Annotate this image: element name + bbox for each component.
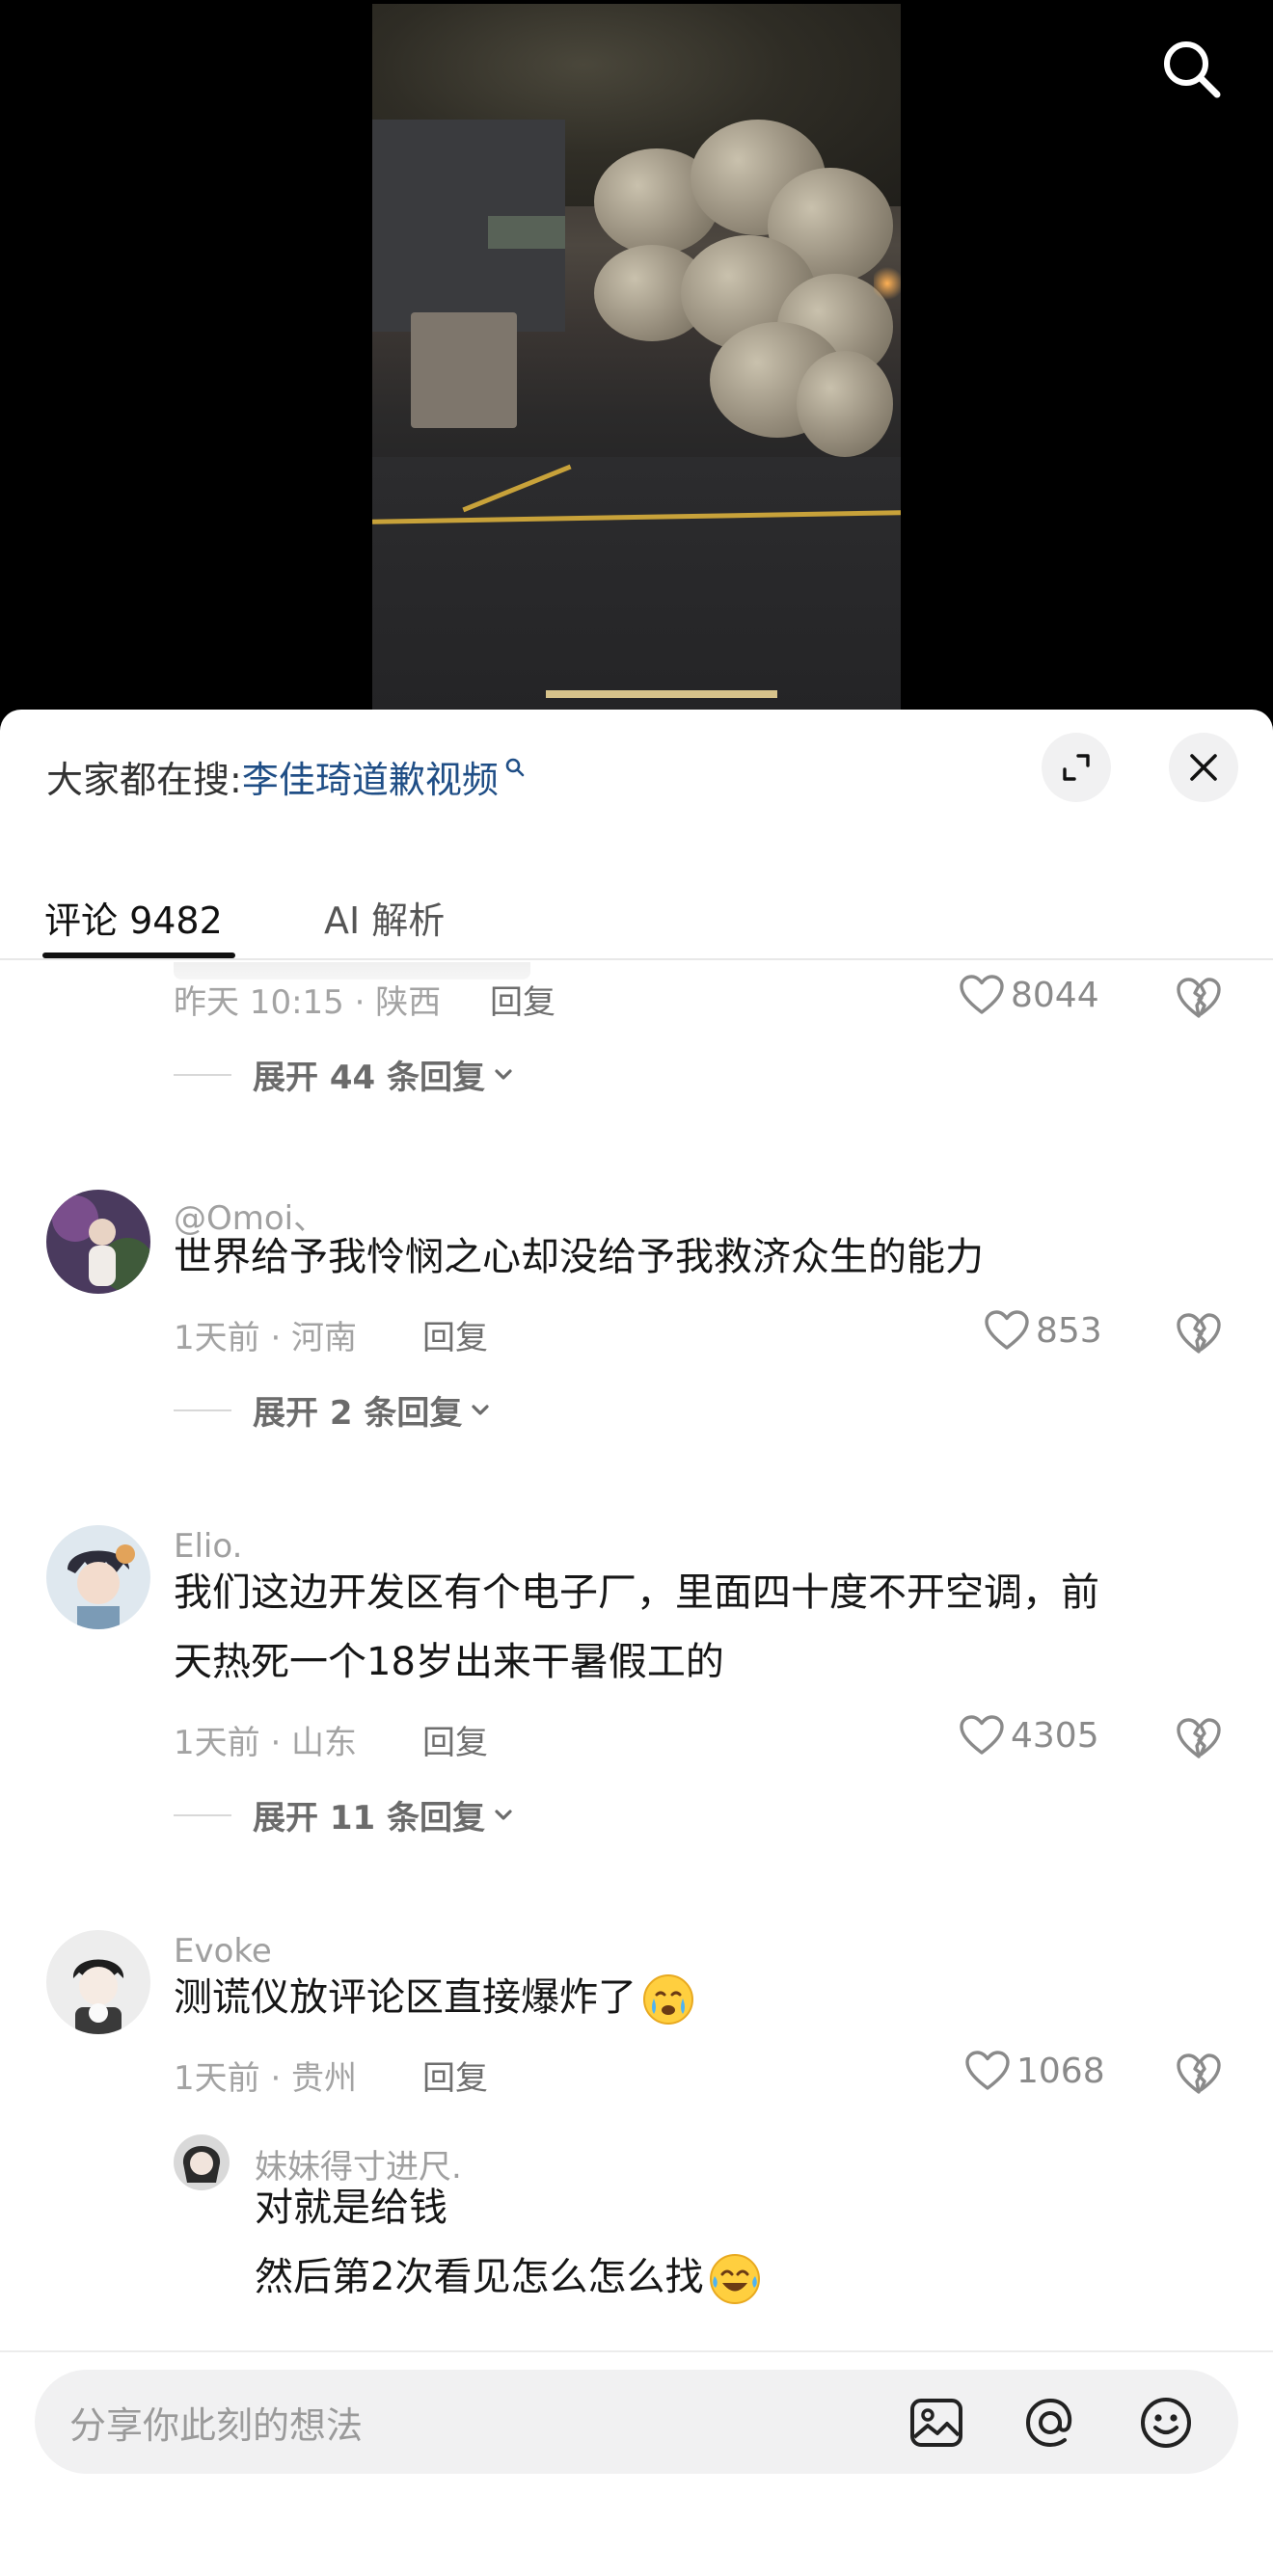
comment-line: 世界给予我怜悯之心却没给予我救济众生的能力 bbox=[174, 1235, 984, 1279]
reply-text: 对就是给钱 然后第2次看见怎么怎么找 bbox=[255, 2173, 763, 2312]
heart-icon bbox=[965, 2051, 1010, 2090]
dislike-button[interactable] bbox=[1175, 2052, 1223, 2100]
tab-comments[interactable]: 评论 9482 bbox=[44, 891, 223, 944]
broken-heart-icon bbox=[1177, 2053, 1221, 2094]
search-icon bbox=[505, 758, 525, 777]
heart-icon bbox=[960, 1715, 1004, 1755]
expand-replies-label: 展开 44 条回复 bbox=[253, 1059, 485, 1097]
like-count: 8044 bbox=[1011, 975, 1099, 1015]
trending-link[interactable]: 李佳琦道歉视频 bbox=[242, 750, 499, 803]
dislike-button[interactable] bbox=[1175, 1311, 1223, 1359]
comment-text: 测谎仪放评论区直接爆炸了 bbox=[174, 1963, 696, 2032]
video-player[interactable] bbox=[0, 0, 1273, 713]
reply-button[interactable]: 回复 bbox=[422, 1716, 488, 1763]
tears-of-joy-emoji bbox=[710, 2254, 761, 2304]
reply-line: 对就是给钱 bbox=[255, 2186, 447, 2230]
divider bbox=[174, 1813, 231, 1816]
expand-icon bbox=[1063, 754, 1090, 781]
comment-meta: 1天前 · 山东 bbox=[174, 1724, 358, 1762]
mention-button[interactable] bbox=[1022, 2395, 1078, 2451]
avatar[interactable] bbox=[174, 2134, 230, 2190]
like-count: 1068 bbox=[1016, 2051, 1105, 2091]
dislike-button[interactable] bbox=[1175, 1716, 1223, 1764]
comment-line: 天热死一个18岁出来干暑假工的 bbox=[174, 1640, 724, 1684]
comment-line: 我们这边开发区有个电子厂，里面四十度不开空调，前 bbox=[174, 1570, 1099, 1615]
broken-heart-icon bbox=[1177, 1313, 1221, 1354]
search-icon bbox=[1164, 41, 1221, 98]
search-button[interactable] bbox=[1157, 35, 1227, 104]
expand-replies[interactable]: 展开 2 条回复 bbox=[174, 1386, 493, 1434]
heart-icon bbox=[960, 975, 1004, 1014]
dislike-button[interactable] bbox=[1175, 976, 1223, 1024]
comment-sheet: 大家都在搜: 李佳琦道歉视频 评论 9482 AI 解析 昨天 10:15 · … bbox=[0, 710, 1273, 2576]
expand-replies-label: 展开 11 条回复 bbox=[253, 1799, 485, 1838]
comment-input[interactable]: 分享你此刻的想法 bbox=[35, 2370, 1238, 2474]
like-button[interactable]: 4305 bbox=[959, 1714, 1099, 1757]
expand-replies[interactable]: 展开 44 条回复 bbox=[174, 1051, 516, 1098]
reply-button[interactable]: 回复 bbox=[490, 976, 555, 1023]
image-icon bbox=[910, 2399, 962, 2447]
trending-search[interactable]: 大家都在搜: 李佳琦道歉视频 bbox=[46, 750, 526, 803]
image-button[interactable] bbox=[908, 2395, 964, 2451]
video-frame[interactable] bbox=[372, 4, 901, 713]
reply-button[interactable]: 回复 bbox=[422, 2052, 488, 2099]
broken-heart-icon bbox=[1177, 978, 1221, 1018]
fullscreen-button[interactable] bbox=[1042, 733, 1111, 802]
like-count: 853 bbox=[1036, 1310, 1102, 1351]
emoji-button[interactable] bbox=[1138, 2395, 1194, 2451]
divider bbox=[0, 2350, 1273, 2352]
like-button[interactable]: 1068 bbox=[964, 2050, 1105, 2092]
close-button[interactable] bbox=[1169, 733, 1238, 802]
comment-input-placeholder[interactable]: 分享你此刻的想法 bbox=[69, 2396, 363, 2449]
broken-heart-icon bbox=[1177, 1718, 1221, 1758]
avatar[interactable] bbox=[46, 1930, 150, 2034]
comment-meta: 1天前 · 贵州 bbox=[174, 2059, 358, 2098]
smiley-icon bbox=[1141, 2398, 1191, 2448]
crying-face-emoji bbox=[643, 1974, 693, 2025]
expand-replies-label: 展开 2 条回复 bbox=[253, 1394, 463, 1433]
at-icon bbox=[1025, 2398, 1072, 2448]
chevron-down-icon bbox=[472, 1404, 489, 1415]
tab-ai-analysis[interactable]: AI 解析 bbox=[324, 891, 445, 944]
avatar[interactable] bbox=[46, 1525, 150, 1629]
reply-button[interactable]: 回复 bbox=[422, 1311, 488, 1358]
tab-bar: 评论 9482 AI 解析 bbox=[0, 864, 1273, 960]
avatar[interactable] bbox=[46, 1190, 150, 1294]
comment-meta: 昨天 10:15 · 陕西 bbox=[174, 983, 442, 1022]
comment-list[interactable]: 昨天 10:15 · 陕西 回复 8044 展开 44 条回复 @Omoi、 世… bbox=[0, 962, 1273, 2348]
like-button[interactable]: 8044 bbox=[959, 974, 1099, 1016]
like-button[interactable]: 853 bbox=[984, 1309, 1102, 1352]
like-count: 4305 bbox=[1011, 1715, 1099, 1756]
comment-text: 世界给予我怜悯之心却没给予我救济众生的能力 bbox=[174, 1222, 984, 1292]
chevron-down-icon bbox=[495, 1068, 512, 1080]
comment-meta: 1天前 · 河南 bbox=[174, 1319, 358, 1357]
reply-line: 然后第2次看见怎么怎么找 bbox=[255, 2255, 704, 2299]
active-tab-indicator bbox=[42, 953, 235, 958]
expand-replies[interactable]: 展开 11 条回复 bbox=[174, 1791, 516, 1838]
trending-prefix: 大家都在搜: bbox=[46, 758, 242, 801]
comment-line: 测谎仪放评论区直接爆炸了 bbox=[174, 1975, 636, 2020]
divider bbox=[174, 1073, 231, 1076]
divider bbox=[174, 1409, 231, 1411]
chevron-down-icon bbox=[495, 1809, 512, 1820]
heart-icon bbox=[985, 1310, 1029, 1350]
comment-text: 我们这边开发区有个电子厂，里面四十度不开空调，前 天热死一个18岁出来干暑假工的 bbox=[174, 1558, 1099, 1697]
close-icon bbox=[1190, 754, 1217, 781]
